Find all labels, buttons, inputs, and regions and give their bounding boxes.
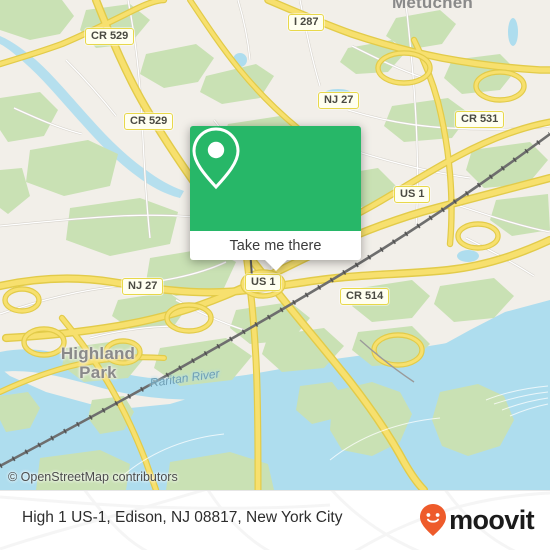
metuchen-label-text: Metuchen (392, 0, 473, 12)
highland-park-line-2: Park (79, 363, 117, 382)
shield-cr-529-north[interactable]: CR 529 (85, 28, 135, 45)
shield-label: I 287 (294, 16, 319, 28)
shield-label: CR 531 (461, 113, 499, 125)
shield-cr-529-mid[interactable]: CR 529 (124, 113, 174, 130)
map-canvas[interactable]: Metuchen Highland Park Raritan River CR … (0, 0, 550, 490)
location-address-text: High 1 US-1, Edison, NJ 08817, New York … (22, 509, 343, 526)
take-me-there-button[interactable]: Take me there (190, 231, 361, 260)
popup-card-pointer (264, 260, 287, 271)
shield-us-1-east[interactable]: US 1 (394, 186, 431, 203)
shield-label: US 1 (400, 188, 425, 200)
shield-cr-531[interactable]: CR 531 (455, 111, 505, 128)
highland-park-label: Highland Park (54, 344, 142, 382)
shield-label: NJ 27 (128, 280, 158, 292)
moovit-logo[interactable]: moovit (419, 503, 535, 537)
shield-us-1-center[interactable]: US 1 (245, 274, 282, 291)
osm-attribution-text: © OpenStreetMap contributors (8, 470, 178, 484)
location-address: High 1 US-1, Edison, NJ 08817, New York … (22, 509, 343, 527)
take-me-there-label: Take me there (229, 237, 322, 254)
map-screenshot: Metuchen Highland Park Raritan River CR … (0, 0, 550, 550)
location-popup-card[interactable]: Take me there (190, 126, 361, 271)
shield-label: CR 514 (346, 290, 384, 302)
highland-park-line-1: Highland (60, 344, 136, 363)
metuchen-label: Metuchen (392, 0, 473, 12)
shield-nj-27-south[interactable]: NJ 27 (122, 278, 164, 295)
shield-label: US 1 (251, 276, 276, 288)
moovit-smiley-pin-icon (420, 504, 447, 536)
shield-label: CR 529 (130, 115, 168, 127)
shield-label: CR 529 (91, 30, 129, 42)
moovit-wordmark: moovit (449, 504, 535, 535)
shield-label: NJ 27 (324, 94, 354, 106)
popup-card-header (190, 126, 361, 231)
shield-nj-27-north[interactable]: NJ 27 (318, 92, 360, 109)
map-pin-icon (192, 127, 240, 190)
osm-attribution[interactable]: © OpenStreetMap contributors (8, 470, 178, 484)
shield-cr-514[interactable]: CR 514 (340, 288, 390, 305)
shield-i-287[interactable]: I 287 (288, 14, 325, 31)
